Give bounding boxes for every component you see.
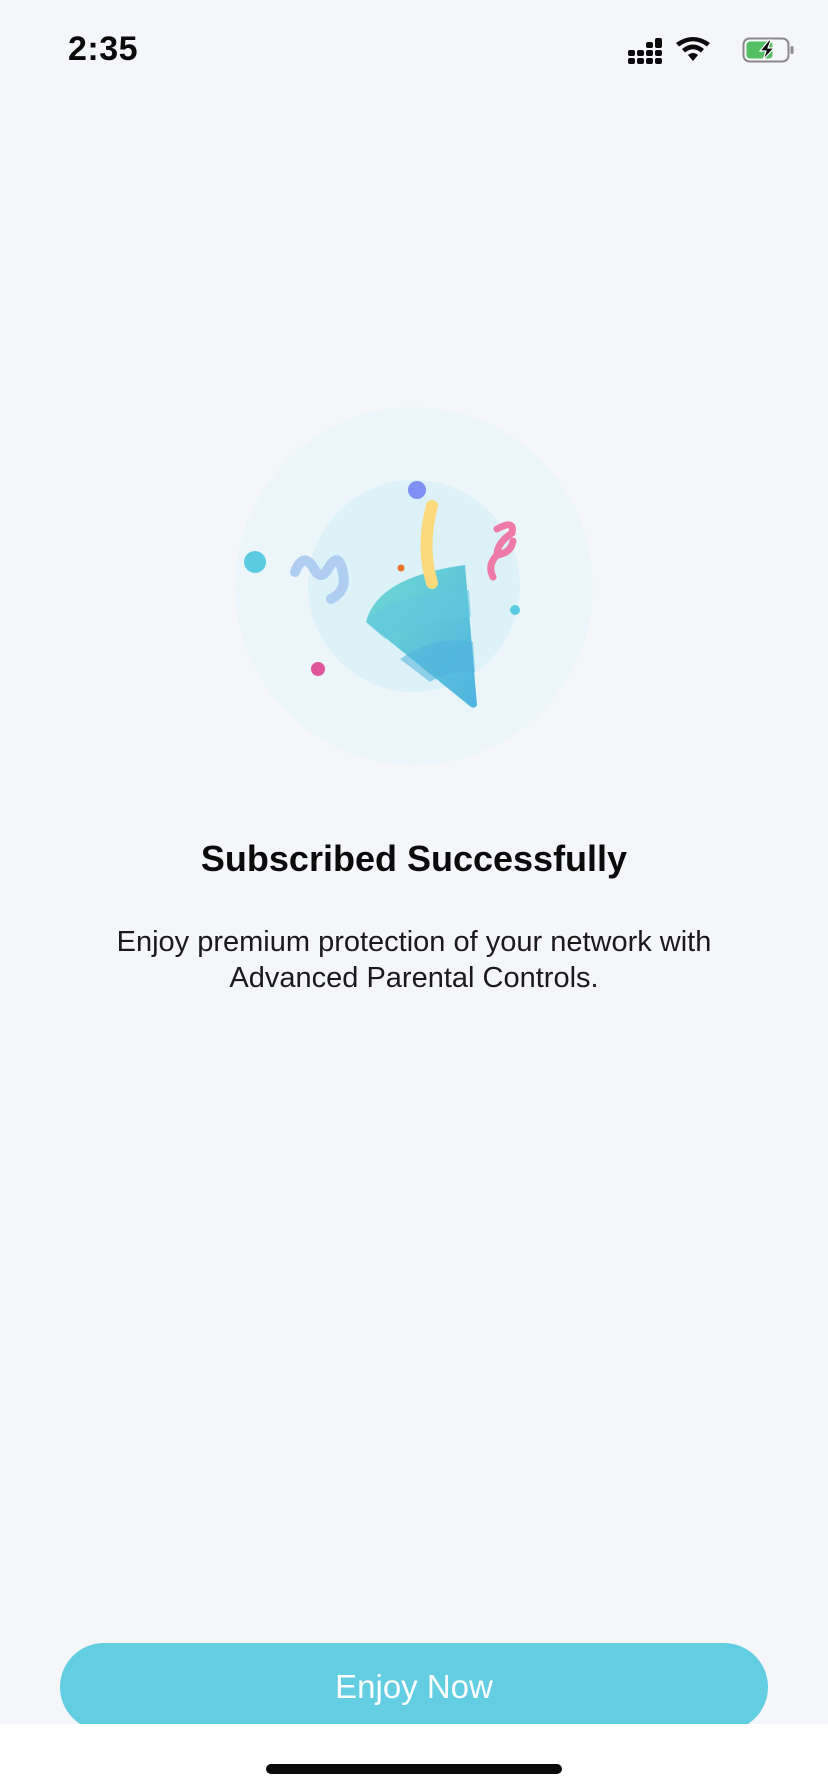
orange-dot (397, 564, 405, 572)
status-bar: 2:35 (0, 0, 828, 100)
status-time: 2:35 (68, 30, 139, 68)
party-popper-icon (235, 407, 593, 765)
enjoy-now-button[interactable]: Enjoy Now (60, 1643, 768, 1731)
cyan-dot-small (510, 605, 520, 615)
page-title: Subscribed Successfully (200, 838, 628, 879)
yellow-streamer (420, 500, 438, 589)
wifi-icon (676, 37, 710, 61)
cyan-dot-large (244, 551, 266, 573)
battery-charging-icon (742, 37, 794, 63)
magenta-dot (311, 662, 325, 676)
purple-dot (408, 481, 426, 499)
bottom-safe-area (0, 1724, 828, 1792)
party-popper-illustration (235, 407, 593, 765)
subscription-description: Enjoy premium protection of your network… (116, 926, 712, 994)
home-indicator[interactable] (266, 1764, 562, 1774)
cellular-signal-icon (628, 38, 662, 64)
